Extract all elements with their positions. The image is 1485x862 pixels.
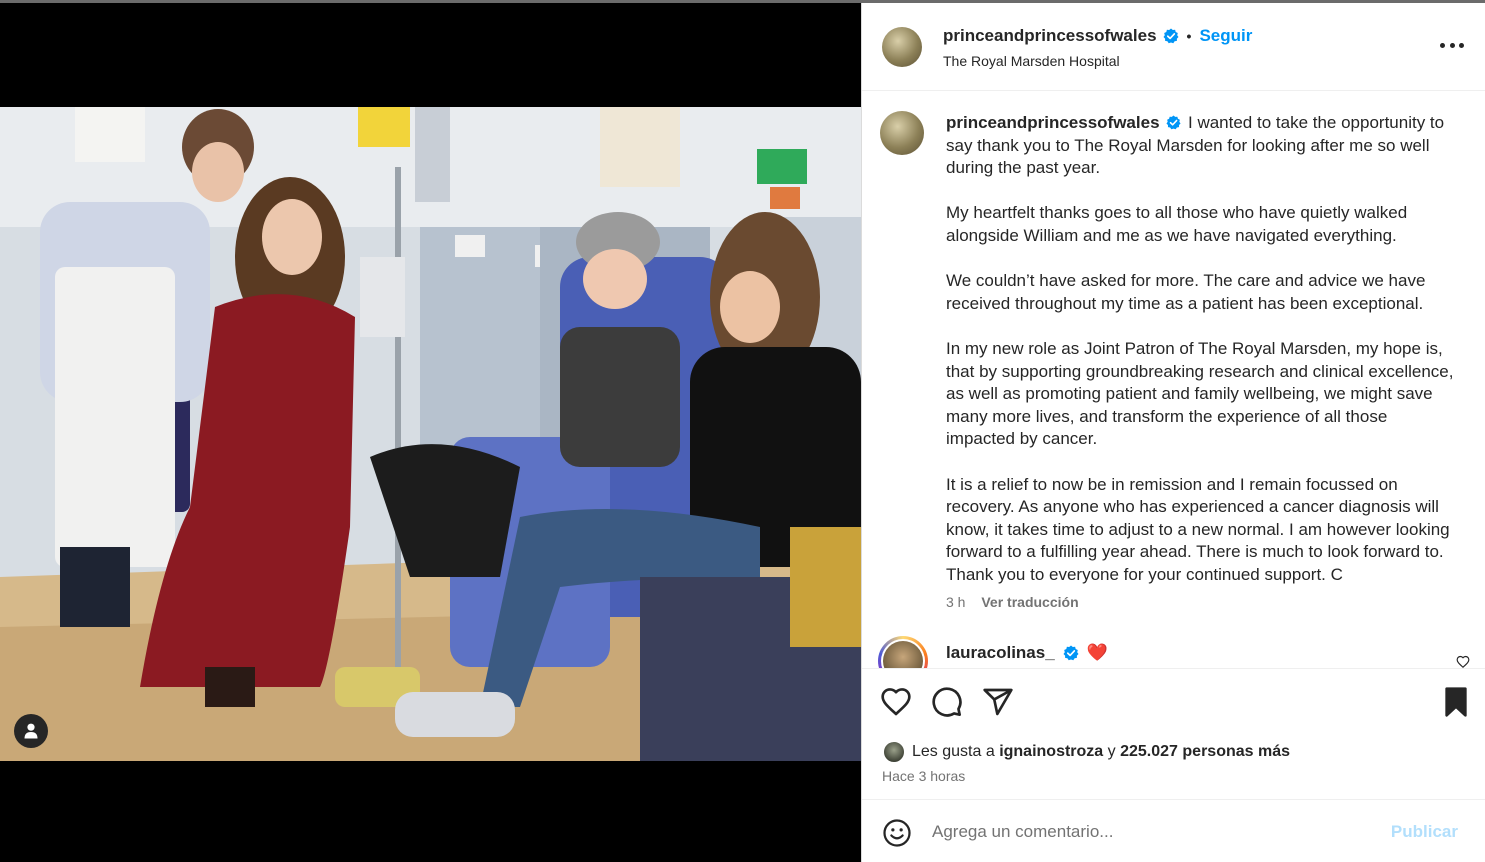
likes-count[interactable]: 225.027 personas más — [1120, 743, 1290, 761]
post-caption: princeandprincessofwales I wanted to tak… — [946, 112, 1456, 609]
caption-age: 3 h — [946, 594, 966, 610]
caption-author-avatar[interactable] — [880, 111, 924, 155]
comment-item: lauracolinas_ ❤️ — [862, 631, 1485, 686]
caption-username[interactable]: princeandprincessofwales — [946, 113, 1160, 132]
comment-heart-icon[interactable] — [1456, 655, 1470, 669]
see-translation-button[interactable]: Ver traducción — [981, 594, 1078, 610]
more-dot — [1449, 42, 1455, 48]
publish-button[interactable]: Publicar — [1391, 822, 1458, 842]
caption-scroll-area[interactable]: princeandprincessofwales I wanted to tak… — [862, 92, 1485, 667]
author-row: princeandprincessofwales • Seguir — [943, 26, 1252, 46]
comment-composer: Publicar — [862, 799, 1485, 862]
follow-button[interactable]: Seguir — [1199, 26, 1252, 46]
caption-paragraph: In my new role as Joint Patron of The Ro… — [946, 338, 1454, 449]
more-dot — [1459, 42, 1464, 48]
hospital-scene-illustration — [0, 107, 861, 761]
post-photo — [0, 107, 861, 761]
bookmark-icon[interactable] — [1440, 686, 1472, 718]
likes-connector: y — [1107, 743, 1116, 760]
author-avatar[interactable] — [882, 27, 922, 67]
post-media[interactable] — [0, 3, 861, 862]
paper-plane-icon[interactable] — [982, 686, 1014, 718]
liker-avatar — [882, 740, 906, 764]
verified-badge-icon — [1166, 115, 1181, 130]
post-actions: Les gusta a ignainostroza y 225.027 pers… — [862, 668, 1485, 798]
post-timestamp[interactable]: Hace 3 horas — [882, 768, 965, 784]
commenter-row: lauracolinas_ ❤️ — [946, 643, 1108, 663]
more-options-icon[interactable] — [1440, 37, 1464, 53]
more-dot — [1440, 42, 1445, 48]
comment-input[interactable] — [932, 817, 1372, 847]
separator-dot: • — [1186, 28, 1192, 44]
emoji-smile-icon[interactable] — [882, 818, 912, 848]
likes-prefix: Les gusta a — [912, 743, 995, 760]
author-username[interactable]: princeandprincessofwales — [943, 26, 1157, 46]
post-location[interactable]: The Royal Marsden Hospital — [943, 53, 1120, 69]
post-side-panel: princeandprincessofwales • Seguir The Ro… — [861, 3, 1485, 862]
caption-meta: 3 h Ver traducción — [946, 594, 1079, 610]
caption-paragraph: princeandprincessofwales I wanted to tak… — [946, 112, 1456, 180]
comment-bubble-icon[interactable] — [931, 686, 963, 718]
liker-username[interactable]: ignainostroza — [999, 743, 1103, 761]
caption-paragraph: It is a relief to now be in remission an… — [946, 474, 1450, 584]
likes-summary: Les gusta a ignainostroza y 225.027 pers… — [882, 740, 1290, 764]
comment-text: ❤️ — [1086, 643, 1108, 662]
verified-badge-icon — [1163, 28, 1179, 44]
user-tag-icon — [24, 723, 38, 739]
caption-paragraph: My heartfelt thanks goes to all those wh… — [946, 203, 1408, 245]
heart-icon[interactable] — [880, 686, 912, 718]
commenter-username[interactable]: lauracolinas_ — [946, 643, 1055, 663]
verified-badge-icon — [1063, 645, 1079, 661]
caption-paragraph: We couldn’t have asked for more. The car… — [946, 271, 1426, 313]
post-header: princeandprincessofwales • Seguir The Ro… — [862, 3, 1485, 91]
user-tag-button[interactable] — [14, 714, 48, 748]
